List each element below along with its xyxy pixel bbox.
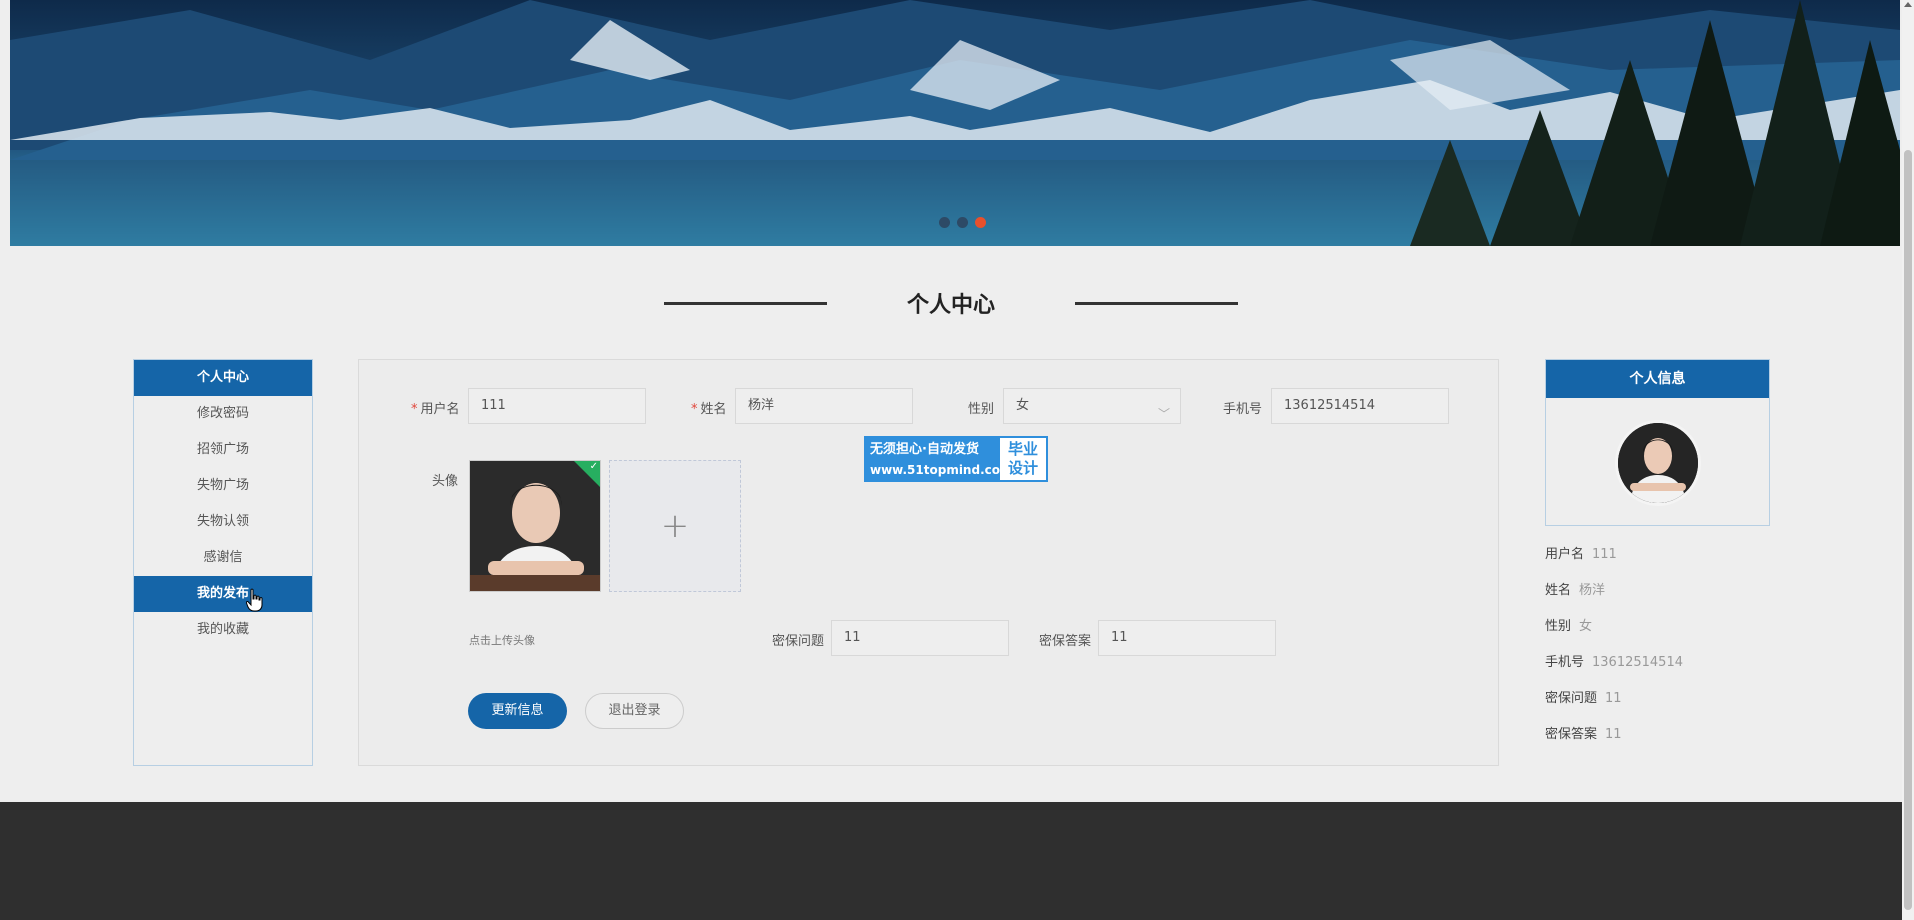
- hand-cursor-icon: [246, 588, 263, 612]
- sidebar-item-thank-letter[interactable]: 感谢信: [134, 540, 312, 576]
- gender-label: 性别: [968, 402, 995, 417]
- hero-banner: [10, 0, 1900, 246]
- security-question-label: 密保问题: [772, 634, 825, 649]
- sidebar-item-my-favorites[interactable]: 我的收藏: [134, 612, 312, 648]
- gender-select-value: 女: [1016, 398, 1030, 413]
- sidebar-item-lost-square[interactable]: 失物广场: [134, 468, 312, 504]
- phone-input[interactable]: 13612514514: [1271, 388, 1449, 424]
- required-mark: *: [411, 402, 418, 417]
- required-mark: *: [691, 402, 698, 417]
- info-row-gender: 性别女: [1545, 619, 1593, 634]
- gender-select[interactable]: 女 ﹀: [1003, 388, 1181, 424]
- title-divider-right: [1075, 302, 1238, 305]
- update-info-button[interactable]: 更新信息: [468, 693, 567, 729]
- name-input[interactable]: 杨洋: [735, 388, 913, 424]
- sidebar-item-lost-claim[interactable]: 失物认领: [134, 504, 312, 540]
- chevron-down-icon: ﹀: [1157, 407, 1170, 421]
- personal-info-card: 个人信息: [1545, 359, 1770, 526]
- info-row-name: 姓名 杨洋: [1545, 583, 1606, 598]
- page-scrollbar[interactable]: [1902, 0, 1914, 920]
- name-label: * 姓名: [691, 402, 727, 417]
- profile-form-panel: * 用户名 111 * 姓名 杨洋 性别 女 ﹀ 手机号 13612514514 头…: [358, 359, 1499, 766]
- watermark-right1: 毕业: [1007, 440, 1038, 458]
- scroll-up-arrow-icon[interactable]: [1904, 2, 1912, 7]
- info-row-phone: 手机号 13612514514: [1545, 655, 1683, 670]
- security-answer-input[interactable]: 11: [1098, 620, 1276, 656]
- upload-hint: 点击上传头像: [469, 634, 535, 647]
- banner-landscape-image: [10, 0, 1900, 246]
- sidebar-item-my-posts[interactable]: 我的发布: [134, 576, 312, 612]
- watermark-line2: www.51topmind.com: [870, 463, 1013, 477]
- scrollbar-thumb[interactable]: [1904, 150, 1912, 910]
- page-title: 个人中心: [906, 293, 995, 318]
- info-row-security-answer: 密保答案 11: [1545, 727, 1622, 742]
- sidebar-item-personal-center[interactable]: 个人中心: [134, 360, 312, 396]
- page-footer: [0, 802, 1904, 920]
- watermark-right2: 设计: [1007, 459, 1038, 477]
- watermark-line1: 无须担心·自动发货: [870, 442, 979, 457]
- security-question-input[interactable]: 11: [831, 620, 1009, 656]
- username-input[interactable]: 111: [468, 388, 646, 424]
- watermark-right: 毕业 设计: [1000, 438, 1046, 480]
- username-label: * 用户名: [411, 402, 460, 417]
- watermark-logo: 无须担心·自动发货 www.51topmind.com 毕业 设计: [864, 436, 1048, 482]
- info-avatar: [1615, 420, 1701, 506]
- security-answer-label: 密保答案: [1039, 634, 1092, 649]
- personal-info-list: 用户名 111 姓名 杨洋 性别女 手机号 13612514514 密保问题 11 密保…: [1545, 543, 1683, 759]
- sidebar-menu: 个人中心 修改密码 招领广场 失物广场 失物认领 感谢信 我的发布 我的收藏: [133, 359, 313, 766]
- carousel-dot-3[interactable]: [975, 217, 986, 228]
- check-icon: ✓: [589, 461, 598, 472]
- info-row-security-question: 密保问题 11: [1545, 691, 1622, 706]
- upload-avatar-button[interactable]: +: [609, 460, 741, 592]
- carousel-dot-1[interactable]: [939, 217, 950, 228]
- logout-button[interactable]: 退出登录: [585, 693, 684, 729]
- plus-icon: +: [660, 506, 690, 546]
- info-row-username: 用户名 111: [1545, 547, 1617, 562]
- sidebar-item-change-password[interactable]: 修改密码: [134, 396, 312, 432]
- sidebar-item-found-square[interactable]: 招领广场: [134, 432, 312, 468]
- carousel-dots: [939, 217, 986, 228]
- phone-label: 手机号: [1223, 402, 1263, 417]
- carousel-dot-2[interactable]: [957, 217, 968, 228]
- personal-info-title: 个人信息: [1546, 360, 1769, 398]
- avatar-label: 头像: [432, 474, 459, 489]
- watermark-left: 无须担心·自动发货 www.51topmind.com: [866, 438, 1013, 480]
- avatar-preview[interactable]: ✓: [469, 460, 601, 592]
- page-title-section: 个人中心: [0, 283, 1902, 323]
- info-avatar-image: [1618, 423, 1698, 503]
